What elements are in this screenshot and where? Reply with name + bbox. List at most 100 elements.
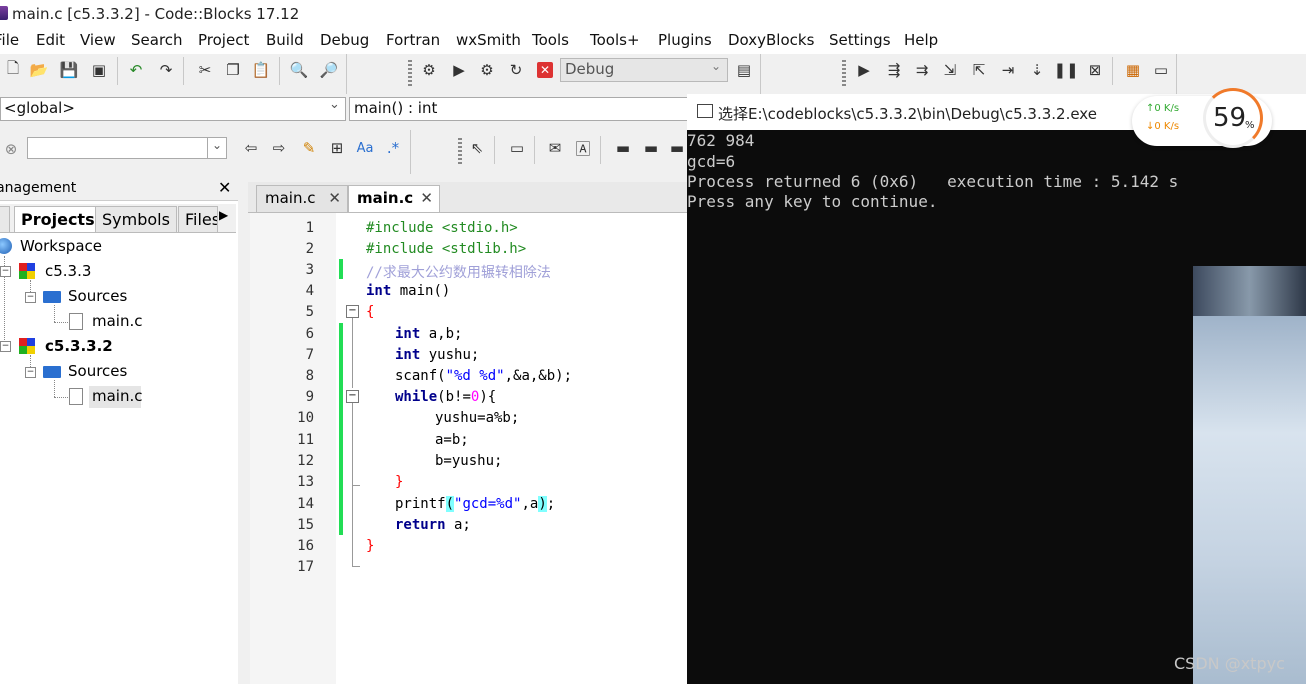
menu-tools[interactable]: Tools bbox=[532, 31, 569, 49]
rebuild-icon[interactable]: ↻ bbox=[505, 59, 527, 81]
panel-icon[interactable]: ▬ bbox=[640, 137, 662, 159]
toolbar-grip[interactable] bbox=[458, 138, 462, 166]
step-instruction-icon[interactable]: ⇣ bbox=[1026, 59, 1048, 81]
selected-text-icon[interactable]: ⊞ bbox=[326, 137, 348, 159]
clear-search-icon[interactable]: ⊗ bbox=[0, 138, 22, 160]
menu-plugins[interactable]: Plugins bbox=[658, 31, 712, 49]
menu-settings[interactable]: Settings bbox=[829, 31, 891, 49]
menu-fortran[interactable]: Fortran bbox=[386, 31, 440, 49]
panel-icon[interactable]: ▬ bbox=[612, 137, 634, 159]
menu-project[interactable]: Project bbox=[198, 31, 249, 49]
undo-icon[interactable]: ↶ bbox=[125, 59, 147, 81]
paste-icon[interactable]: 📋 bbox=[250, 59, 272, 81]
abort-icon[interactable]: ✕ bbox=[537, 62, 553, 78]
open-folder-icon[interactable]: 📂 bbox=[28, 59, 50, 81]
menu-search[interactable]: Search bbox=[131, 31, 183, 49]
build-options-icon[interactable]: ▤ bbox=[733, 59, 755, 81]
stop-debug-icon[interactable]: ⊠ bbox=[1084, 59, 1106, 81]
collapse-icon[interactable]: − bbox=[0, 266, 11, 277]
line-number: 7 bbox=[305, 347, 314, 363]
close-icon[interactable]: ✕ bbox=[218, 178, 231, 197]
pause-icon[interactable]: ❚❚ bbox=[1053, 59, 1078, 81]
match-case-icon[interactable]: Aa bbox=[354, 137, 376, 159]
toolbar-separator bbox=[279, 57, 280, 85]
build-gear-icon[interactable]: ⚙ bbox=[418, 59, 440, 81]
panel-splitter[interactable] bbox=[238, 178, 250, 684]
regex-icon[interactable]: .* bbox=[382, 137, 404, 159]
toolbar-separator bbox=[346, 54, 347, 94]
upload-speed: ↑0 K/s bbox=[1146, 103, 1180, 114]
rectangle-icon[interactable]: ▭ bbox=[506, 137, 528, 159]
next-instruction-icon[interactable]: ⇥ bbox=[997, 59, 1019, 81]
next-line-icon[interactable]: ⇉ bbox=[911, 59, 933, 81]
menu-help[interactable]: Help bbox=[904, 31, 938, 49]
cursor-icon[interactable]: ⇖ bbox=[466, 137, 488, 159]
menu-edit[interactable]: Edit bbox=[36, 31, 65, 49]
tab-projects[interactable]: Projects bbox=[14, 206, 102, 232]
collapse-icon[interactable]: − bbox=[25, 292, 36, 303]
tree-sources-1[interactable]: Sources bbox=[68, 287, 127, 305]
tree-project-c5.3.3.2[interactable]: c5.3.3.2 bbox=[45, 337, 113, 355]
close-icon[interactable]: ✕ bbox=[420, 186, 433, 211]
search-input[interactable] bbox=[27, 137, 209, 159]
menu-build[interactable]: Build bbox=[266, 31, 304, 49]
envelope-icon[interactable]: ✉ bbox=[544, 137, 566, 159]
tree-project-c5.3.3[interactable]: c5.3.3 bbox=[45, 262, 91, 280]
find-next-icon[interactable]: ⇨ bbox=[268, 137, 290, 159]
line-number: 12 bbox=[297, 453, 314, 469]
tree-sources-2[interactable]: Sources bbox=[68, 362, 127, 380]
menu-debug[interactable]: Debug bbox=[320, 31, 369, 49]
run-icon[interactable]: ▶ bbox=[448, 59, 470, 81]
run-to-cursor-icon[interactable]: ⇶ bbox=[883, 59, 905, 81]
scroll-right-icon[interactable]: ▶ bbox=[219, 208, 228, 222]
tree-file-main-c-1[interactable]: main.c bbox=[92, 312, 143, 330]
highlight-icon[interactable]: ✎ bbox=[298, 137, 320, 159]
copy-icon[interactable]: ❐ bbox=[222, 59, 244, 81]
info-icon[interactable]: ▭ bbox=[1150, 59, 1172, 81]
code-line-15: return a; bbox=[395, 517, 471, 533]
project-icon bbox=[19, 263, 35, 279]
tab-symbols[interactable]: Symbols bbox=[95, 206, 177, 232]
text-frame-icon[interactable]: 🄰 bbox=[572, 137, 594, 159]
fold-icon[interactable]: − bbox=[346, 390, 359, 403]
replace-icon[interactable]: 🔎 bbox=[318, 59, 340, 81]
find-previous-icon[interactable]: ⇦ bbox=[240, 137, 262, 159]
collapse-icon[interactable]: − bbox=[25, 367, 36, 378]
codeblocks-app-icon bbox=[0, 6, 8, 20]
save-all-icon[interactable]: ▣ bbox=[88, 59, 110, 81]
panel-icon[interactable]: ▬ bbox=[666, 137, 688, 159]
tree-file-main-c-2[interactable]: main.c bbox=[92, 387, 143, 405]
editor-tab-main-c-1[interactable]: main.c ✕ bbox=[256, 185, 348, 212]
step-into-icon[interactable]: ⇲ bbox=[939, 59, 961, 81]
menu-wxsmith[interactable]: wxSmith bbox=[456, 31, 521, 49]
debug-start-icon[interactable]: ▶ bbox=[853, 59, 875, 81]
tab-resources[interactable] bbox=[0, 206, 10, 232]
tab-files[interactable]: Files bbox=[178, 206, 218, 232]
find-icon[interactable]: 🔍 bbox=[288, 59, 310, 81]
step-out-icon[interactable]: ⇱ bbox=[968, 59, 990, 81]
close-icon[interactable]: ✕ bbox=[328, 186, 341, 211]
download-speed: ↓0 K/s bbox=[1146, 121, 1180, 132]
chevron-down-icon[interactable]: ⌄ bbox=[207, 137, 227, 159]
tree-connector bbox=[54, 380, 55, 397]
toolbar-grip[interactable] bbox=[842, 60, 846, 88]
save-icon[interactable]: 💾 bbox=[58, 59, 80, 81]
menu-file[interactable]: File bbox=[0, 31, 19, 49]
cut-icon[interactable]: ✂ bbox=[194, 59, 216, 81]
editor-tab-main-c-2[interactable]: main.c ✕ bbox=[348, 185, 440, 212]
tree-workspace[interactable]: Workspace bbox=[20, 237, 102, 255]
code-line-1: #include <stdio.h> bbox=[366, 220, 518, 236]
fold-line bbox=[352, 566, 360, 567]
build-and-run-icon[interactable]: ⚙ bbox=[476, 59, 498, 81]
menu-tools-plus[interactable]: Tools+ bbox=[590, 31, 640, 49]
menu-doxyblocks[interactable]: DoxyBlocks bbox=[728, 31, 814, 49]
toolbar-separator bbox=[534, 136, 535, 164]
fold-icon[interactable]: − bbox=[346, 305, 359, 318]
toolbar-grip[interactable] bbox=[408, 60, 412, 88]
debug-windows-icon[interactable]: ▦ bbox=[1122, 59, 1144, 81]
new-file-icon[interactable]: 🗋 bbox=[2, 59, 24, 81]
collapse-icon[interactable]: − bbox=[0, 341, 11, 352]
redo-icon[interactable]: ↷ bbox=[155, 59, 177, 81]
menu-view[interactable]: View bbox=[80, 31, 116, 49]
line-number: 9 bbox=[305, 389, 314, 405]
